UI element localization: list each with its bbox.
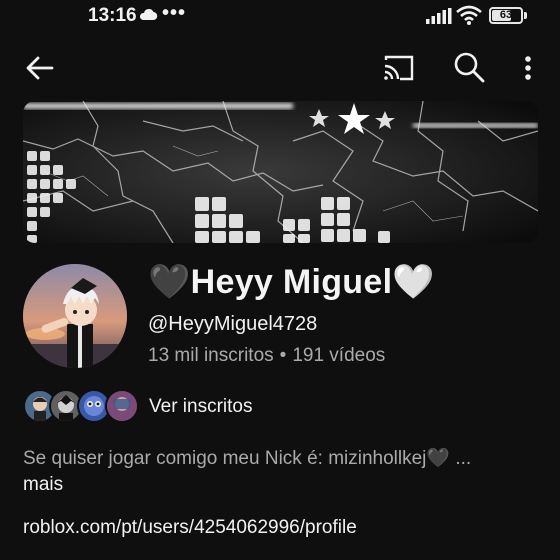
battery-percent: 63 xyxy=(499,9,513,21)
back-arrow-icon[interactable] xyxy=(24,52,56,84)
status-time: 13:16 xyxy=(88,5,137,26)
status-more-dots: ••• xyxy=(162,2,187,24)
description-text: Se quiser jogar comigo meu Nick é: mizin… xyxy=(23,448,472,469)
subscriber-avatar xyxy=(105,389,139,423)
cloud-icon xyxy=(139,8,158,21)
channel-banner xyxy=(23,101,538,243)
wifi-icon xyxy=(456,5,482,25)
battery-tip xyxy=(524,12,527,19)
status-bar: 13:16 ••• 63 xyxy=(0,0,560,34)
channel-description[interactable]: Se quiser jogar comigo meu Nick é: mizin… xyxy=(23,446,523,498)
more-vert-icon[interactable] xyxy=(516,52,540,84)
stats-separator: • xyxy=(279,345,287,366)
signal-icon xyxy=(426,8,452,24)
channel-name: 🖤Heyy Miguel🤍 xyxy=(148,263,435,301)
avatar-image xyxy=(23,264,127,368)
banner-image xyxy=(23,101,538,243)
search-icon[interactable] xyxy=(452,50,486,84)
video-count: 191 vídeos xyxy=(292,345,386,366)
channel-handle: @HeyyMiguel4728 xyxy=(148,313,318,335)
battery-icon: 63 xyxy=(489,7,523,24)
channel-avatar[interactable] xyxy=(23,264,127,368)
see-subscribers-link[interactable]: Ver inscritos xyxy=(149,396,252,418)
cast-icon[interactable] xyxy=(382,52,416,84)
more-link[interactable]: mais xyxy=(23,472,523,498)
channel-stats: 13 mil inscritos • 191 vídeos xyxy=(148,345,385,367)
subscriber-count: 13 mil inscritos xyxy=(148,345,274,366)
subscriber-avatars[interactable] xyxy=(23,389,139,425)
channel-external-link[interactable]: roblox.com/pt/users/4254062996/profile xyxy=(23,517,357,539)
